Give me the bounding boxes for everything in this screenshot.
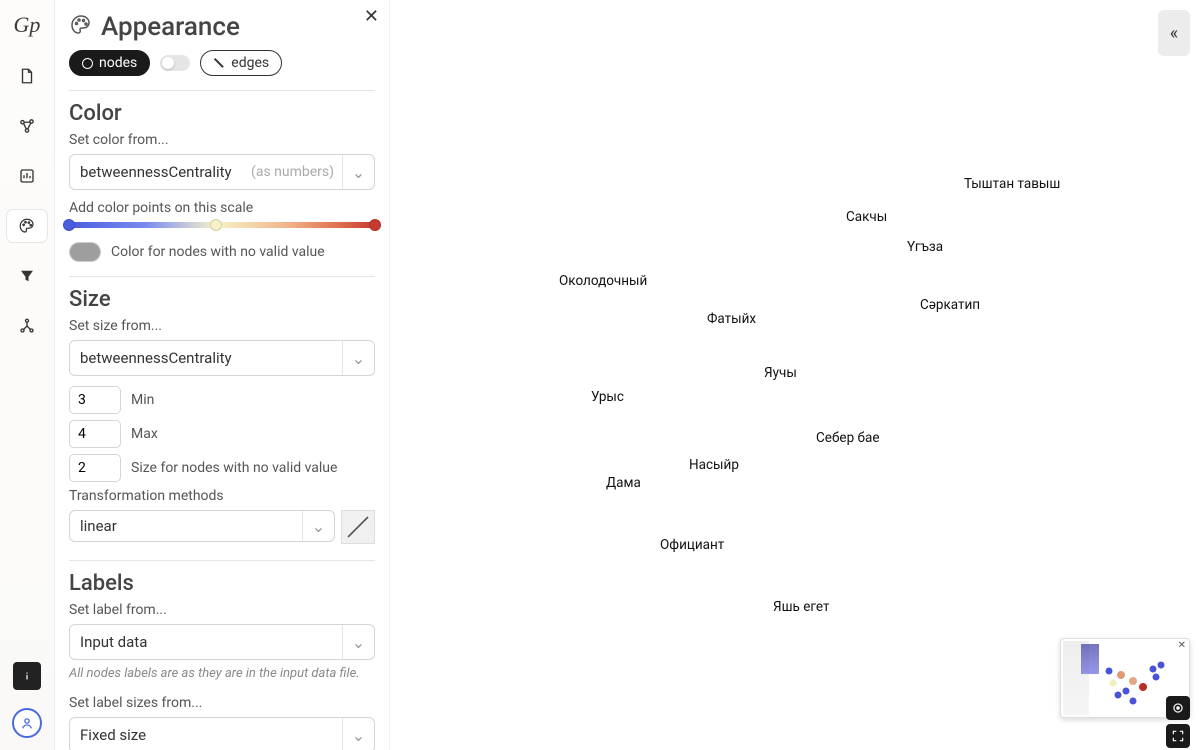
collapse-right-button[interactable]: « [1158, 10, 1190, 56]
color-attribute-hint: (as numbers) [251, 164, 342, 180]
circle-icon [82, 58, 93, 69]
labels-note: All nodes labels are as they are in the … [69, 666, 375, 681]
nodes-edges-toggle[interactable] [160, 55, 190, 71]
graph-node-label: Официант [660, 537, 724, 553]
close-icon[interactable]: ✕ [364, 6, 379, 27]
labels-size-select[interactable]: Fixed size ⌄ [69, 717, 375, 750]
tab-edges[interactable]: edges [200, 50, 282, 76]
color-gradient-bar[interactable] [69, 222, 375, 228]
graph-node-label: Яшь егет [773, 599, 829, 615]
labels-source-select[interactable]: Input data ⌄ [69, 624, 375, 660]
nav-file-icon[interactable] [7, 60, 47, 92]
no-value-color-label: Color for nodes with no valid value [111, 244, 325, 260]
size-no-value-label: Size for nodes with no valid value [131, 460, 337, 476]
size-min-label: Min [131, 392, 154, 408]
minimap-close-icon[interactable]: ✕ [1178, 640, 1186, 651]
chevron-down-icon: ⌄ [342, 155, 374, 189]
gradient-stop[interactable] [369, 219, 381, 231]
nav-graph-icon[interactable] [7, 110, 47, 142]
labels-heading: Labels [69, 571, 375, 596]
graph-node-label: Сәркатип [920, 297, 980, 313]
chevron-down-icon: ⌄ [302, 511, 334, 541]
graph-node-label: Тыштан тавыш [964, 176, 1060, 192]
linear-curve-icon [341, 510, 375, 544]
labels-size-value: Fixed size [70, 726, 342, 744]
color-attribute-value: betweennessCentrality [70, 163, 251, 181]
appearance-panel: Appearance ✕ nodes edges Color Set color… [55, 0, 390, 750]
graph-node-label: Яучы [764, 365, 797, 381]
size-attribute-select[interactable]: betweennessCentrality ⌄ [69, 340, 375, 376]
edge-icon [214, 58, 224, 68]
nav-user-icon[interactable] [12, 708, 42, 738]
nav-stats-icon[interactable] [7, 160, 47, 192]
nav-appearance-icon[interactable] [7, 210, 47, 242]
chevron-down-icon: ⌄ [342, 718, 374, 750]
graph-node-label: Себер бае [816, 430, 879, 446]
graph-node-label: Үгъза [907, 239, 943, 255]
recenter-button[interactable] [1166, 696, 1190, 720]
left-icon-bar: Gp [0, 0, 55, 750]
gradient-stop[interactable] [210, 219, 222, 231]
transform-value: linear [70, 517, 302, 535]
panel-title: Appearance [101, 12, 240, 42]
color-heading: Color [69, 101, 375, 126]
graph-node-label: Сакчы [846, 209, 887, 225]
size-max-label: Max [131, 426, 158, 442]
fullscreen-button[interactable] [1166, 724, 1190, 748]
size-set-from-label: Set size from... [69, 318, 375, 334]
graph-node-label: Насыйр [689, 457, 739, 473]
size-max-input[interactable] [69, 420, 121, 448]
labels-source-value: Input data [70, 633, 342, 651]
graph-node-label: Дама [606, 475, 641, 491]
gradient-stop[interactable] [63, 219, 75, 231]
nav-info-icon[interactable] [13, 662, 41, 690]
size-min-input[interactable] [69, 386, 121, 414]
chevron-down-icon: ⌄ [342, 341, 374, 375]
app-logo: Gp [10, 8, 44, 42]
color-attribute-select[interactable]: betweennessCentrality (as numbers) ⌄ [69, 154, 375, 190]
tab-edges-label: edges [231, 55, 269, 71]
graph-node-label: Фатыйх [707, 311, 756, 327]
graph-node-label: Околодочный [559, 273, 647, 289]
labels-set-size-from: Set label sizes from... [69, 695, 375, 711]
graph-svg [390, 0, 690, 150]
transform-heading: Transformation methods [69, 488, 375, 504]
chevron-down-icon: ⌄ [342, 625, 374, 659]
color-scale-caption: Add color points on this scale [69, 200, 375, 216]
nav-filters-icon[interactable] [7, 260, 47, 292]
color-set-from-label: Set color from... [69, 132, 375, 148]
transform-select[interactable]: linear ⌄ [69, 510, 335, 542]
labels-set-from-label: Set label from... [69, 602, 375, 618]
size-heading: Size [69, 287, 375, 312]
palette-icon [69, 13, 93, 41]
no-value-color-swatch[interactable] [69, 242, 101, 262]
nav-layout-icon[interactable] [7, 310, 47, 342]
tab-nodes-label: nodes [99, 55, 137, 71]
size-attribute-value: betweennessCentrality [70, 349, 342, 367]
tab-nodes[interactable]: nodes [69, 50, 150, 76]
graph-canvas[interactable]: Околодочный Фатыйх Урыс Яучы Себер бае Насыйр… [390, 0, 1200, 750]
graph-node-label: Урыс [591, 389, 624, 405]
size-no-value-input[interactable] [69, 454, 121, 482]
